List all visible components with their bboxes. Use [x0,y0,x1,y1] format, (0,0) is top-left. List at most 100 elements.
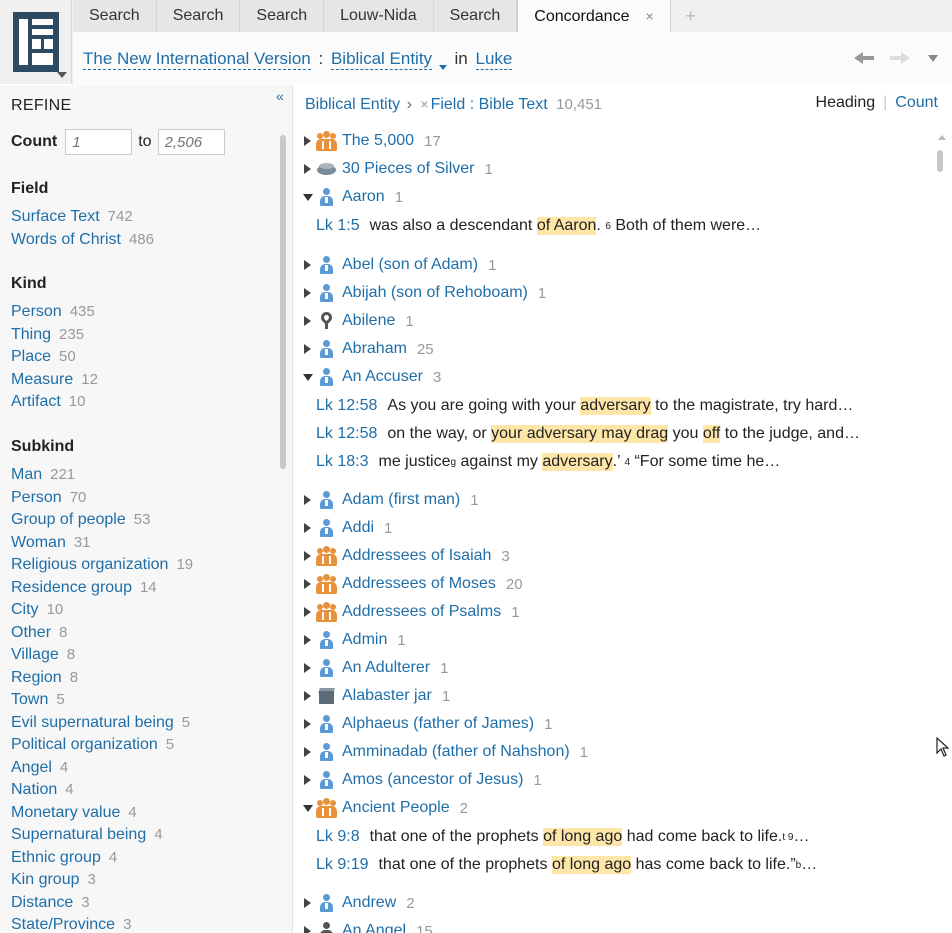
entity-link[interactable]: Biblical Entity [305,96,400,113]
entity-name[interactable]: Alphaeus (father of James) [342,715,534,733]
entity-row[interactable]: Ancient People 2 [303,795,468,821]
facet-item[interactable]: Words of Christ 486 [11,229,154,252]
entity-row[interactable]: Admin 1 [304,627,406,653]
entity-row[interactable]: Addressees of Isaiah 3 [304,543,510,569]
tab-search-4[interactable]: Search [433,0,518,32]
expand-triangle-icon[interactable] [304,495,311,505]
facet-item[interactable]: Evil supernatural being 5 [11,712,193,735]
expand-triangle-icon[interactable] [304,316,311,326]
verse-reference[interactable]: Lk 1:5 [316,217,360,235]
count-max-input[interactable] [157,129,225,155]
facet-item[interactable]: State/Province 3 [11,914,193,933]
collapse-panel-icon[interactable]: « [276,88,284,104]
verse-reference[interactable]: Lk 12:58 [316,397,377,415]
facet-item[interactable]: City 10 [11,599,193,622]
scroll-up-arrow-icon[interactable] [938,135,946,140]
entity-row[interactable]: Aaron 1 [303,184,403,210]
facet-item[interactable]: Residence group 14 [11,577,193,600]
entity-row[interactable]: An Angel 15 [304,918,433,933]
facet-item[interactable]: Place 50 [11,346,98,369]
entity-row[interactable]: An Accuser 3 [303,364,441,390]
tab-search-1[interactable]: Search [73,0,157,32]
back-arrow-icon[interactable] [854,51,876,65]
expand-triangle-icon[interactable] [304,691,311,701]
collapse-triangle-icon[interactable] [303,193,313,201]
entity-row[interactable]: Addressees of Psalms 1 [304,599,520,625]
count-min-input[interactable] [65,129,133,155]
history-dropdown-icon[interactable] [928,54,938,62]
remove-filter-icon[interactable]: × [420,96,428,112]
verse-reference[interactable]: Lk 18:3 [316,453,368,471]
entity-name[interactable]: Abel (son of Adam) [342,256,478,274]
facet-item[interactable]: Measure 12 [11,369,98,392]
facet-item[interactable]: Kin group 3 [11,869,193,892]
entity-name[interactable]: The 5,000 [342,132,414,150]
tab-louw-nida[interactable]: Louw-Nida [324,0,434,32]
entity-name[interactable]: Abilene [342,312,395,330]
expand-triangle-icon[interactable] [304,164,311,174]
app-logo-menu[interactable] [0,0,72,84]
entity-name[interactable]: Andrew [342,894,396,912]
facet-item[interactable]: Artifact 10 [11,391,98,414]
facet-item[interactable]: Village 8 [11,644,193,667]
entity-row[interactable]: An Adulterer 1 [304,655,448,681]
entity-row[interactable]: Adam (first man) 1 [304,487,479,513]
version-selector[interactable]: The New International Version [83,49,311,70]
entity-row[interactable]: Abilene 1 [304,308,414,334]
forward-arrow-icon[interactable] [888,51,910,65]
expand-triangle-icon[interactable] [304,579,311,589]
facet-item[interactable]: Ethnic group 4 [11,847,193,870]
expand-triangle-icon[interactable] [304,607,311,617]
facet-item[interactable]: Political organization 5 [11,734,193,757]
entity-name[interactable]: An Angel [342,922,406,933]
entity-name[interactable]: Amminadab (father of Nahshon) [342,743,570,761]
entity-name[interactable]: An Adulterer [342,659,430,677]
expand-triangle-icon[interactable] [304,898,311,908]
expand-triangle-icon[interactable] [304,747,311,757]
facet-item[interactable]: Religious organization 19 [11,554,193,577]
facet-item[interactable]: Surface Text 742 [11,206,154,229]
entity-row[interactable]: Addressees of Moses 20 [304,571,523,597]
entity-name[interactable]: Aaron [342,188,385,206]
entity-row[interactable]: Alabaster jar 1 [304,683,450,709]
expand-triangle-icon[interactable] [304,551,311,561]
collapse-triangle-icon[interactable] [303,804,313,812]
tab-concordance[interactable]: Concordance × [517,0,671,32]
facet-item[interactable]: Supernatural being 4 [11,824,193,847]
entity-name[interactable]: Ancient People [342,799,450,817]
entity-name[interactable]: Amos (ancestor of Jesus) [342,771,523,789]
entity-name[interactable]: Adam (first man) [342,491,460,509]
facet-item[interactable]: Monetary value 4 [11,802,193,825]
entity-row[interactable]: Addi 1 [304,515,392,541]
tab-search-2[interactable]: Search [156,0,241,32]
entity-name[interactable]: Addressees of Moses [342,575,496,593]
entity-name[interactable]: Admin [342,631,387,649]
book-selector[interactable]: Luke [475,49,513,70]
sort-count-button[interactable]: Count [895,94,938,111]
sort-heading-button[interactable]: Heading [816,94,876,111]
facet-item[interactable]: Town 5 [11,689,193,712]
entity-name[interactable]: Abijah (son of Rehoboam) [342,284,528,302]
add-tab-button[interactable]: + [671,0,711,32]
entity-row[interactable]: Abraham 25 [304,336,434,362]
facet-item[interactable]: Angel 4 [11,757,193,780]
verse-reference[interactable]: Lk 9:8 [316,828,360,846]
facet-item[interactable]: Man 221 [11,464,193,487]
close-icon[interactable]: × [645,0,653,32]
verse-reference[interactable]: Lk 12:58 [316,425,377,443]
expand-triangle-icon[interactable] [304,663,311,673]
facet-item[interactable]: Region 8 [11,667,193,690]
expand-triangle-icon[interactable] [304,635,311,645]
expand-triangle-icon[interactable] [304,926,311,933]
entity-row[interactable]: 30 Pieces of Silver 1 [304,156,493,182]
entity-name[interactable]: Addressees of Psalms [342,603,501,621]
entity-name[interactable]: Addi [342,519,374,537]
type-selector[interactable]: Biblical Entity [330,49,433,70]
entity-row[interactable]: Abel (son of Adam) 1 [304,252,496,278]
entity-name[interactable]: Addressees of Isaiah [342,547,491,565]
entity-row[interactable]: Alphaeus (father of James) 1 [304,711,552,737]
entity-name[interactable]: 30 Pieces of Silver [342,160,475,178]
entity-name[interactable]: An Accuser [342,368,423,386]
facet-item[interactable]: Distance 3 [11,892,193,915]
collapse-triangle-icon[interactable] [303,373,313,381]
